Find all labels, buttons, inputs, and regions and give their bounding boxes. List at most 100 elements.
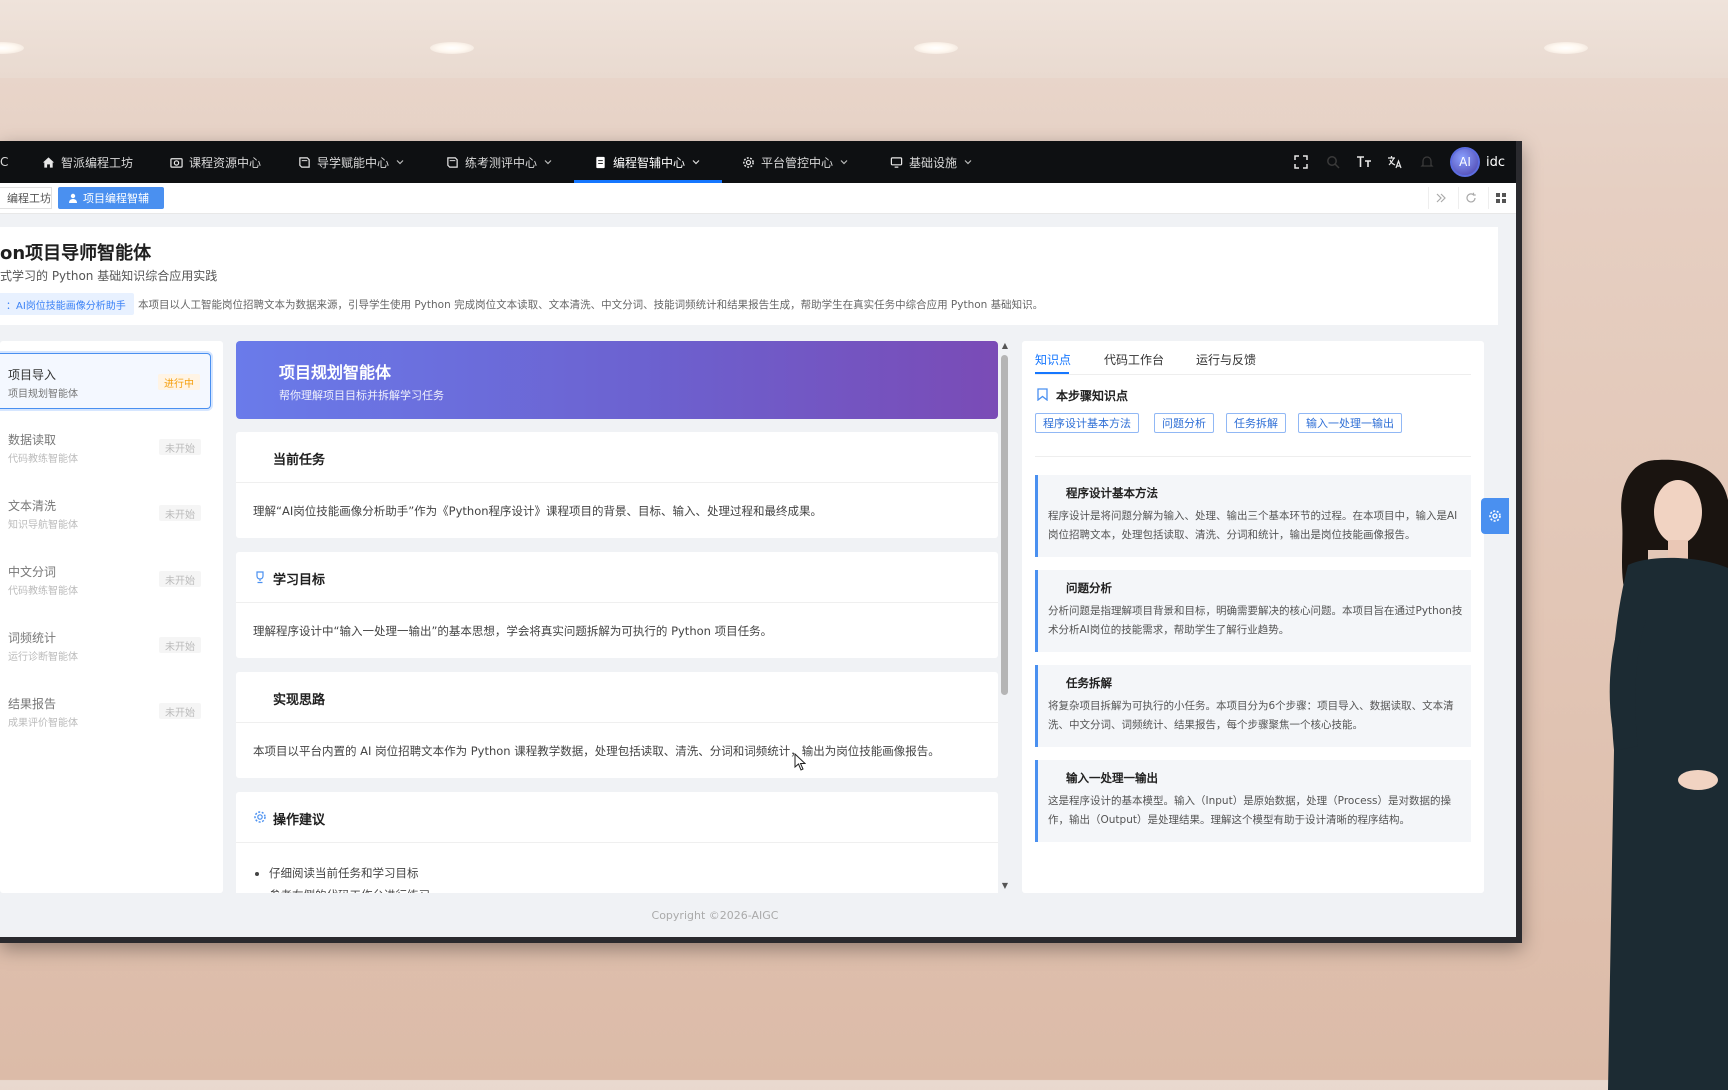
nav-item-label: 基础设施 [909,155,958,170]
knowledge-tag[interactable]: 任务拆解 [1226,413,1286,433]
translate-icon [1388,156,1402,169]
refresh-icon [1466,192,1476,203]
nav-item-home[interactable]: 智派编程工坊 [42,141,133,183]
knowledge-card: 任务拆解 将复杂项目拆解为可执行的小任务。本项目分为6个步骤：项目导入、数据读取… [1035,665,1471,747]
step-item-report[interactable]: 结果报告 成果评价智能体 未开始 [0,683,211,739]
tips-card: 操作建议 仔细阅读当前任务和学习目标 参考右侧的代码工作台进行练习 [236,792,998,893]
top-navigation-bar: C 智派编程工坊 课程资源中心 导学赋能中心 练考测评中心 编程智辅中心 平台管… [0,141,1516,183]
step-item-text-clean[interactable]: 文本清洗 知识导航智能体 未开始 [0,485,211,541]
card-header: 学习目标 [236,552,998,603]
brand-fragment: C [0,141,8,183]
user-icon [69,193,77,203]
step-agent: 成果评价智能体 [8,718,78,729]
scroll-down-arrow[interactable]: ▼ [1000,881,1010,890]
nav-item-label: 编程智辅中心 [613,155,686,170]
approach-card: 实现思路 本项目以平台内置的 AI 岗位招聘文本作为 Python 课程教学数据… [236,672,998,778]
page-title: on项目导师智能体 [0,243,152,264]
card-body: 本项目以平台内置的 AI 岗位招聘文本作为 Python 课程教学数据，处理包括… [253,744,940,758]
knowledge-card: 程序设计基本方法 程序设计是将问题分解为输入、处理、输出三个基本环节的过程。在本… [1035,475,1471,557]
nav-item-label: 平台管控中心 [761,155,834,170]
card-header: 当前任务 [236,432,998,483]
knowledge-tag[interactable]: 问题分析 [1154,413,1214,433]
agent-banner: 项目规划智能体 帮你理解项目目标并拆解学习任务 [236,341,998,419]
knowledge-tag[interactable]: 程序设计基本方法 [1035,413,1139,433]
tab-project-coding-assist[interactable]: 项目编程智辅 [58,187,164,209]
tab-code-workbench[interactable]: 代码工作台 [1104,351,1164,368]
project-tag: ：AI岗位技能画像分析助手 [0,293,134,315]
nav-item-infrastructure[interactable]: 基础设施 [890,141,973,183]
scrollbar-thumb[interactable] [1001,355,1008,695]
tab-coding-workshop[interactable]: 编程工坊 [0,187,52,209]
project-description: 本项目以人工智能岗位招聘文本为数据来源，引导学生使用 Python 完成岗位文本… [138,299,1044,311]
home-icon [42,156,55,168]
step-item-project-intro[interactable]: 项目导入 项目规划智能体 进行中 [0,353,211,409]
double-chevron-right-icon [1436,193,1446,203]
search-button[interactable] [1326,141,1340,183]
step-item-data-read[interactable]: 数据读取 代码教练智能体 未开始 [0,419,211,475]
step-item-segmentation[interactable]: 中文分词 代码教练智能体 未开始 [0,551,211,607]
step-agent: 代码教练智能体 [8,586,78,597]
tab-run-feedback[interactable]: 运行与反馈 [1196,351,1256,368]
search-icon [1327,156,1340,169]
camera-icon [170,157,183,168]
translate-button[interactable] [1387,141,1403,183]
copyright-footer: Copyright ©2026-AIGC [651,909,779,922]
tab-label: 编程工坊 [7,192,51,205]
card-header: 操作建议 [236,792,998,843]
status-badge: 未开始 [159,505,201,521]
gear-icon [254,811,266,823]
card-title: 操作建议 [273,813,326,828]
nav-item-platform-control[interactable]: 平台管控中心 [742,141,849,183]
bookmark-icon [1037,388,1048,401]
settings-float-button[interactable] [1481,498,1509,534]
nav-item-assessment[interactable]: 练考测评中心 [446,141,553,183]
current-task-card: 当前任务 理解“AI岗位技能画像分析助手”作为《Python程序设计》课程项目的… [236,432,998,538]
avatar-text: AI [1459,155,1471,169]
grid-menu-button[interactable] [1488,187,1513,209]
step-title: 数据读取 [8,433,57,447]
font-size-button[interactable] [1356,141,1372,183]
page-subtitle: 式学习的 Python 基础知识综合应用实践 [0,269,218,283]
card-body: 理解程序设计中“输入一处理一输出”的基本思想，学会将真实问题拆解为可执行的 Py… [253,624,773,638]
chevron-down-icon [964,160,972,165]
tab-bar: 编程工坊 项目编程智辅 [0,183,1516,214]
content-scrollbar[interactable]: ▲ ▼ [1000,341,1010,893]
steps-panel: 项目导入 项目规划智能体 进行中 数据读取 代码教练智能体 未开始 文本清洗 知… [0,341,223,893]
grid-icon [1496,193,1506,203]
knowledge-card-title: 程序设计基本方法 [1066,486,1158,500]
nav-item-label: 课程资源中心 [189,155,262,170]
step-agent: 知识导航智能体 [8,520,78,531]
knowledge-card-title: 任务拆解 [1066,676,1112,690]
monitor-icon [890,156,903,168]
user-menu[interactable]: AI idc [1450,141,1505,183]
notification-button[interactable] [1420,141,1434,183]
refresh-button[interactable] [1458,187,1483,209]
card-title: 当前任务 [273,453,326,468]
knowledge-card-title: 问题分析 [1066,581,1112,595]
nav-item-course-resources[interactable]: 课程资源中心 [170,141,261,183]
fullscreen-button[interactable] [1294,141,1308,183]
card-header: 实现思路 [236,672,998,723]
book-icon [447,156,458,168]
gear-icon [1489,510,1501,522]
status-badge: 未开始 [159,571,201,587]
ceiling-light [430,42,474,54]
nav-item-coding-assist[interactable]: 编程智辅中心 [594,141,701,183]
nav-item-label: 练考测评中心 [465,155,538,170]
agent-subtitle: 帮你理解项目目标并拆解学习任务 [279,389,444,402]
mouse-cursor-icon [794,753,806,771]
knowledge-tag[interactable]: 输入一处理一输出 [1298,413,1402,433]
list-item: 参考右侧的代码工作台进行练习 [269,884,430,893]
step-title: 词频统计 [8,631,57,645]
card-title: 实现思路 [273,693,326,708]
nav-item-guidance[interactable]: 导学赋能中心 [298,141,405,183]
knowledge-panel: 知识点 代码工作台 运行与反馈 本步骤知识点 程序设计基本方法 问题分析 任务拆… [1022,341,1484,893]
status-badge: 未开始 [159,439,201,455]
tabs-divider [1035,374,1471,375]
presenter-figure [1608,459,1728,1090]
expand-button[interactable] [1428,187,1453,209]
tab-knowledge[interactable]: 知识点 [1035,351,1071,368]
scroll-up-arrow[interactable]: ▲ [1000,341,1010,350]
tips-list: 仔细阅读当前任务和学习目标 参考右侧的代码工作台进行练习 [253,862,430,893]
step-item-word-freq[interactable]: 词频统计 运行诊断智能体 未开始 [0,617,211,673]
